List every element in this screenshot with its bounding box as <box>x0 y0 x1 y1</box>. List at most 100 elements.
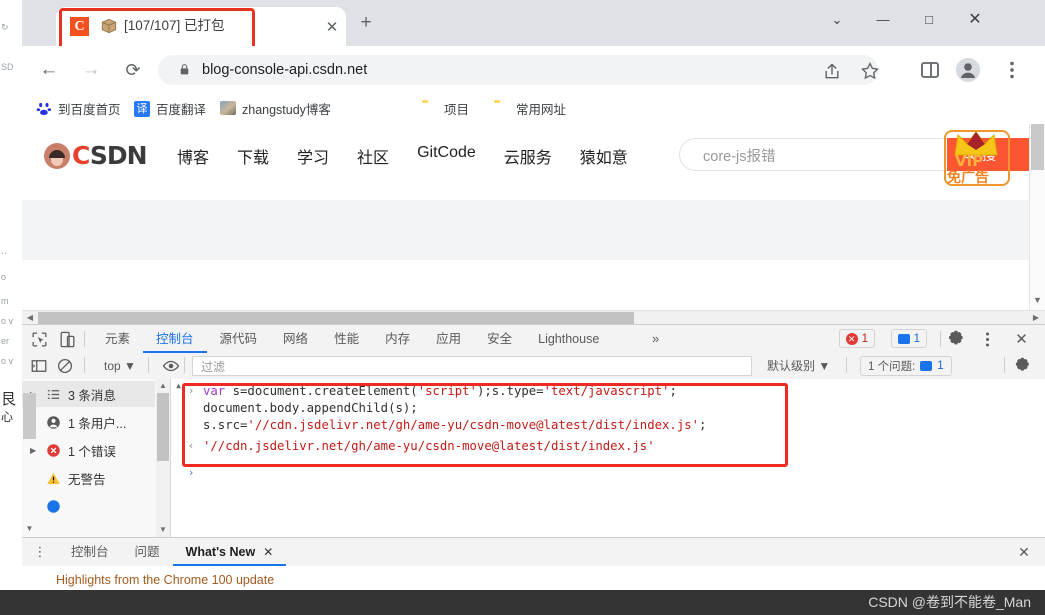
forward-button[interactable]: → <box>78 57 104 83</box>
close-drawer-icon[interactable]: ✕ <box>1015 543 1033 561</box>
divider <box>940 331 941 347</box>
drawer-tab-issues[interactable]: 问题 <box>122 538 173 566</box>
scroll-left-arrow[interactable]: ◀ <box>24 312 36 324</box>
drawer-tab-whats-new[interactable]: What's New ✕ <box>173 538 287 566</box>
sidebar-item-label: 无警告 <box>68 472 106 487</box>
bookmark-label: 百度翻译 <box>156 103 207 117</box>
tab-network[interactable]: 网络 <box>270 325 321 353</box>
log-level-selector[interactable]: 默认级别 ▼ <box>767 357 830 375</box>
clear-console-icon[interactable] <box>56 357 74 375</box>
execution-context-selector[interactable]: top ▼ <box>104 357 136 375</box>
code-fragment: s=document.createElement( <box>225 384 418 398</box>
page-vertical-scrollbar[interactable]: ▼ <box>1029 124 1045 324</box>
browser-tab[interactable]: C [107/107] 已打包 ✕ <box>56 7 346 46</box>
nav-item-download[interactable]: 下载 <box>237 144 269 168</box>
page-horizontal-scrollbar[interactable]: ◀ ▶ <box>22 310 1045 325</box>
error-icon: ✕ <box>845 332 858 345</box>
gear-icon[interactable] <box>946 330 965 349</box>
bookmark-folder-project[interactable]: 项目 <box>422 97 469 120</box>
message-count-badge[interactable]: 1 <box>890 329 927 348</box>
sidebar-item-info[interactable] <box>22 493 155 519</box>
nav-item-blog[interactable]: 博客 <box>177 144 209 168</box>
share-icon[interactable] <box>822 61 842 81</box>
close-devtools-icon[interactable]: ✕ <box>1012 330 1031 349</box>
reload-button[interactable]: ⟳ <box>120 57 146 83</box>
drawer-tab-console[interactable]: 控制台 <box>58 538 122 566</box>
tab-security[interactable]: 安全 <box>474 325 525 353</box>
tab-elements[interactable]: 元素 <box>92 325 143 353</box>
console-body: ▶ 3 条消息 ▶ <box>22 379 1045 537</box>
tab-memory[interactable]: 内存 <box>372 325 423 353</box>
bookmark-baidu-home[interactable]: 到百度首页 <box>36 97 121 120</box>
divider <box>84 357 85 373</box>
vip-badge-outline[interactable] <box>944 130 1010 186</box>
three-dot-menu-icon[interactable] <box>1000 58 1024 82</box>
back-button[interactable]: ← <box>36 57 62 83</box>
csdn-nav: 博客 下载 学习 社区 GitCode 云服务 猿如意 <box>177 144 628 168</box>
device-toolbar-icon[interactable] <box>58 330 77 349</box>
string-script: 'script' <box>417 384 477 398</box>
nav-item-gitcode[interactable]: GitCode <box>417 144 476 168</box>
tab-performance[interactable]: 性能 <box>321 325 372 353</box>
bookmark-label: 到百度首页 <box>58 103 121 117</box>
three-dot-menu-icon[interactable]: ⋮ <box>32 543 48 561</box>
tab-search-icon[interactable]: ⌄ <box>814 0 860 40</box>
expand-triangle-icon[interactable]: ▶ <box>30 446 39 455</box>
chrome-window: C [107/107] 已打包 ✕ + ⌄ — □ ✕ ← → ⟳ blog-c… <box>22 0 1045 590</box>
folder-icon <box>422 101 438 117</box>
scroll-up-arrow[interactable]: ▲ <box>158 380 168 392</box>
sidebar-item-user-messages[interactable]: ▶ 1 条用户... <box>22 409 155 435</box>
devtools-drawer: ⋮ 控制台 问题 What's New ✕ ✕ Highlights from … <box>22 537 1045 590</box>
tab-sources[interactable]: 源代码 <box>207 325 271 353</box>
scrollbar-thumb[interactable] <box>1031 124 1044 170</box>
sidebar-item-errors[interactable]: ▶ 1 个错误 <box>22 437 155 463</box>
sidebar-item-messages[interactable]: ▶ 3 条消息 <box>22 381 155 407</box>
address-bar[interactable]: blog-console-api.csdn.net <box>158 55 878 85</box>
minimize-button[interactable]: — <box>860 0 906 40</box>
csdn-logo[interactable]: CSDN <box>44 141 147 170</box>
scrollbar-thumb[interactable] <box>157 393 169 461</box>
bookmark-baidu-translate[interactable]: 译 百度翻译 <box>134 97 206 120</box>
nav-item-learn[interactable]: 学习 <box>297 144 329 168</box>
photo-icon <box>220 100 236 117</box>
more-tabs-icon[interactable]: » <box>652 325 659 353</box>
code-fragment: ; <box>699 418 707 432</box>
gear-icon[interactable] <box>1013 357 1031 375</box>
side-panel-icon[interactable] <box>918 58 942 82</box>
sidebar-item-label: 1 条用户... <box>68 416 127 431</box>
console-sidebar: ▶ 3 条消息 ▶ <box>22 379 171 537</box>
nav-item-community[interactable]: 社区 <box>357 144 389 168</box>
hscrollbar-thumb[interactable] <box>38 312 634 324</box>
maximize-button[interactable]: □ <box>906 0 952 40</box>
scroll-right-arrow[interactable]: ▶ <box>1030 312 1042 324</box>
close-window-button[interactable]: ✕ <box>952 0 998 40</box>
bookmark-folder-common-sites[interactable]: 常用网址 <box>494 97 566 120</box>
nav-item-cloud[interactable]: 云服务 <box>504 144 552 168</box>
screen: ↻ SD ‥ o m o v er o v 艮 心 C [107/107] 已打… <box>0 0 1045 615</box>
error-count-badge[interactable]: ✕ 1 <box>838 329 875 348</box>
tab-console[interactable]: 控制台 <box>143 325 207 353</box>
scroll-down-arrow[interactable]: ▼ <box>1032 295 1043 306</box>
scroll-down-arrow[interactable]: ▼ <box>24 523 35 535</box>
console-scrollbar-thumb[interactable] <box>23 393 36 439</box>
tab-application[interactable]: 应用 <box>423 325 474 353</box>
star-icon[interactable] <box>860 61 880 81</box>
bookmark-zhangstudy-blog[interactable]: zhangstudy博客 <box>220 97 331 120</box>
sidebar-item-warnings[interactable]: 无警告 <box>22 465 155 491</box>
nav-item-yuanruyi[interactable]: 猿如意 <box>580 144 628 168</box>
issues-badge[interactable]: 1 个问题: 1 <box>860 356 952 376</box>
new-tab-button[interactable]: + <box>356 13 376 33</box>
live-expression-eye-icon[interactable] <box>162 357 180 375</box>
inspect-element-icon[interactable] <box>30 330 49 349</box>
scroll-up-arrow[interactable]: ▲ <box>173 380 184 392</box>
sidebar-scrollbar[interactable]: ▲ ▼ <box>156 379 170 537</box>
tab-close-icon[interactable]: ✕ <box>324 20 340 36</box>
three-dot-menu-icon[interactable] <box>978 330 997 349</box>
close-icon[interactable]: ✕ <box>263 538 273 566</box>
show-console-sidebar-icon[interactable] <box>30 357 48 375</box>
scroll-down-arrow[interactable]: ▼ <box>158 524 168 536</box>
profile-avatar-icon[interactable] <box>956 58 980 82</box>
tab-lighthouse[interactable]: Lighthouse <box>525 325 612 353</box>
chevron-down-icon: ▼ <box>124 359 136 373</box>
console-filter-input[interactable]: 过滤 <box>192 356 752 376</box>
